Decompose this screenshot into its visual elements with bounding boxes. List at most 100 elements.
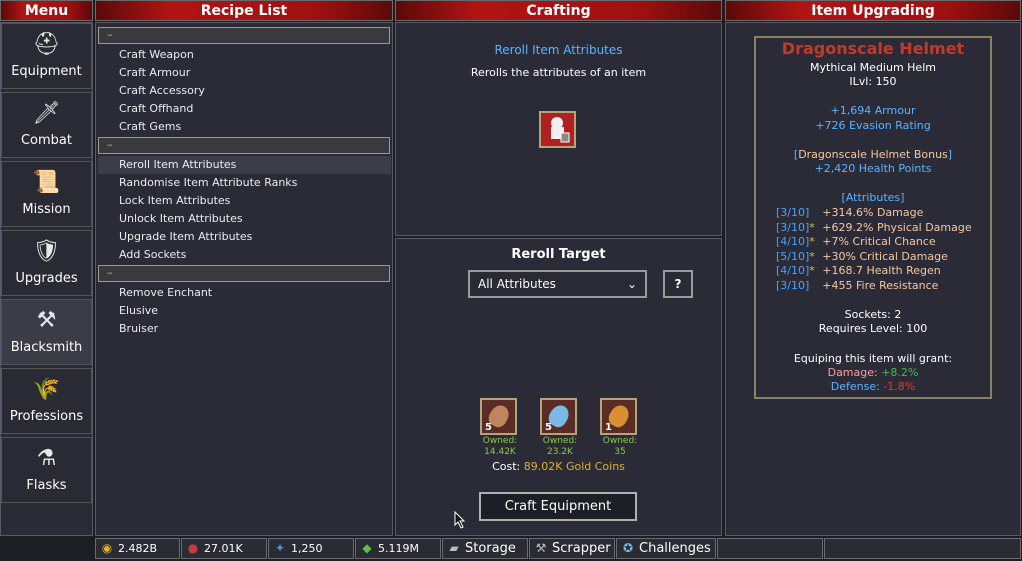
reroll-target-label: Reroll Target [511,247,606,262]
recipe-list-header: Recipe List [95,0,393,21]
attribute-row: [3/10] +314.6% Damage [776,206,924,219]
recipe-add-sockets[interactable]: Add Sockets [98,246,391,264]
item-type: Mythical Medium Helm [810,61,936,74]
recipe-unlock-attributes[interactable]: Unlock Item Attributes [98,210,391,228]
attribute-row: [4/10]* +7% Critical Chance [776,235,936,249]
attribute-row: [4/10]* +168.7 Health Regen [776,264,941,278]
material-owned: Owned: 35 [602,436,638,457]
scrapper-button[interactable]: ⚒ Scrapper [529,538,615,559]
material-slot[interactable]: 1 [600,398,637,435]
material-owned: Owned: 14.42K [482,436,518,457]
menu-item-label: Professions [9,409,84,424]
bottom-bar-empty-slot-1 [717,538,823,559]
gold-counter: ◉ 2.482B [95,538,180,559]
attribute-row: [3/10] +455 Fire Resistance [776,279,939,292]
item-attributes-title: [Attributes] [841,191,905,204]
reroll-target-dropdown[interactable]: All Attributes ⌄ [468,270,647,298]
attribute-row: [3/10]* +629.2% Physical Damage [776,220,972,234]
item-grant-defense: Defense: -1.8% [830,380,916,393]
crafting-header: Crafting [395,0,722,21]
helmet-icon: ⛑ [32,32,61,57]
chevron-down-icon: ⌄ [626,277,637,291]
menu-item-label: Blacksmith [10,340,83,355]
gold-coins-icon: ◉ [101,541,113,555]
menu-item-mission[interactable]: 📜 Mission [1,161,92,227]
recipe-reroll-item-attributes[interactable]: Reroll Item Attributes [98,156,391,174]
recipe-bruiser[interactable]: Bruiser [98,320,391,338]
item-sockets: Sockets: 2 [844,308,902,321]
recipe-craft-offhand[interactable]: Craft Offhand [98,100,391,118]
anvil-icon: ⚒ [36,308,57,333]
crafting-recipe-title: Reroll Item Attributes [494,43,623,57]
item-stat-evasion: +726 Evasion Rating [815,119,931,132]
scroll-icon: 📜 [32,170,61,195]
material-count: 5 [485,422,492,433]
menu-item-combat[interactable]: 🗡 Combat [1,92,92,158]
craft-equipment-button[interactable]: Craft Equipment [479,492,637,521]
blue-gem-icon: ✦ [274,541,286,555]
emerald-counter: ◆ 5.119M [355,538,441,559]
menu-item-professions[interactable]: 🌾 Professions [1,368,92,434]
potion-icon: ⚗ [36,446,57,471]
menu-item-label: Mission [22,202,71,217]
item-name: Dragonscale Helmet [781,39,965,58]
recipe-craft-accessory[interactable]: Craft Accessory [98,82,391,100]
item-bonus-value: +2,420 Health Points [814,162,932,175]
bottom-bar-empty-slot-2 [824,538,1021,559]
material-slot[interactable]: 5 [480,398,517,435]
recipe-randomise-ranks[interactable]: Randomise Item Attribute Ranks [98,174,391,192]
cost-line: Cost: 89.02K Gold Coins [395,460,722,473]
material-slot[interactable]: 5 [540,398,577,435]
reroll-glyph-icon [551,117,570,143]
item-upgrading-header: Item Upgrading [725,0,1021,21]
recipe-category-enchants[interactable]: – [98,265,390,282]
material-owned: Owned: 23.2K [542,436,578,457]
menu-item-label: Equipment [11,64,82,79]
item-bonus-title: [Dragonscale Helmet Bonus] [793,148,953,161]
recipe-upgrade-attributes[interactable]: Upgrade Item Attributes [98,228,391,246]
recipe-craft-armour[interactable]: Craft Armour [98,64,391,82]
emerald-icon: ◆ [362,541,372,555]
challenges-button[interactable]: ✪ Challenges [616,538,716,559]
item-grant-title: Equiping this item will grant: [793,352,953,365]
recipe-craft-gems[interactable]: Craft Gems [98,118,391,136]
menu-item-blacksmith[interactable]: ⚒ Blacksmith [1,299,92,365]
item-stat-armour: +1,694 Armour [830,104,916,117]
item-grant-damage: Damage: +8.2% [827,366,919,379]
menu-header: Menu [0,0,93,21]
shield-icon: 🛡 [32,239,61,264]
menu-item-upgrades[interactable]: 🛡 Upgrades [1,230,92,296]
recipe-elusive[interactable]: Elusive [98,302,391,320]
meat-counter: ● 27.01K [181,538,267,559]
storage-icon: ▰ [449,541,459,555]
recipe-lock-attributes[interactable]: Lock Item Attributes [98,192,391,210]
wheat-icon: 🌾 [32,377,61,402]
cost-label: Cost: [492,460,521,473]
item-requires-level: Requires Level: 100 [818,322,928,335]
anvil-small-icon: ⚒ [535,541,547,555]
gem-counter: ✦ 1,250 [268,538,354,559]
cost-value: 89.02K Gold Coins [523,460,625,473]
material-count: 5 [545,422,552,433]
attribute-row: [5/10]* +30% Critical Damage [776,249,948,263]
menu-item-label: Combat [20,133,72,148]
reroll-recipe-icon [539,111,576,148]
recipe-craft-weapon[interactable]: Craft Weapon [98,46,391,64]
menu-item-label: Flasks [26,478,67,493]
meat-icon: ● [187,541,199,555]
menu-item-equipment[interactable]: ⛑ Equipment [1,23,92,89]
recipe-category-attributes[interactable]: – [98,137,390,154]
menu-item-label: Upgrades [15,271,78,286]
mouse-cursor-icon [454,511,466,529]
crafting-recipe-description: Rerolls the attributes of an item [470,66,647,79]
recipe-remove-enchant[interactable]: Remove Enchant [98,284,391,302]
material-count: 1 [605,422,612,433]
storage-button[interactable]: ▰ Storage [442,538,528,559]
reroll-target-value: All Attributes [478,277,556,291]
menu-item-flasks[interactable]: ⚗ Flasks [1,437,92,503]
sword-icon: 🗡 [32,101,61,126]
recipe-category-crafting[interactable]: – [98,27,390,44]
item-ilvl: ILvl: 150 [849,75,897,88]
help-button[interactable]: ? [663,270,693,298]
challenges-icon: ✪ [622,541,634,555]
